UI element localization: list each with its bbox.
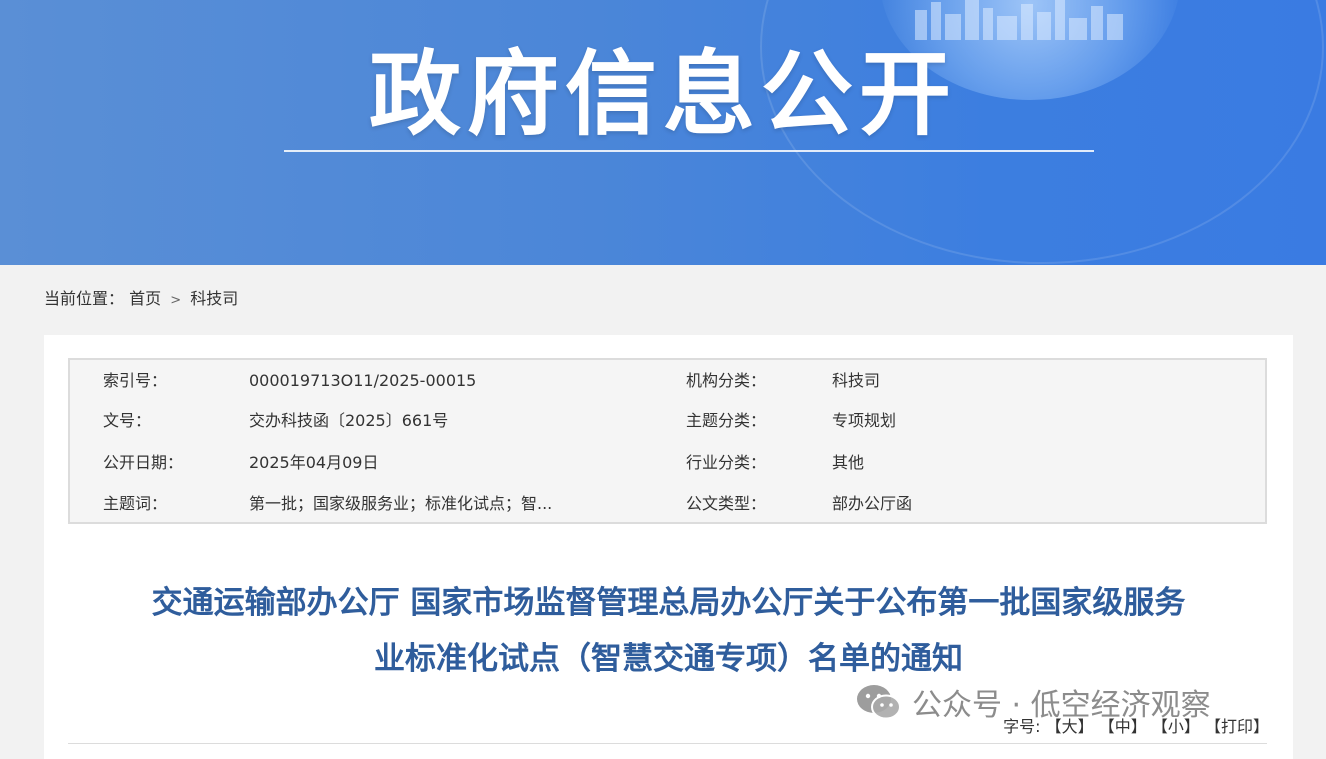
banner-title: 政府信息公开 [368,41,957,148]
index-number-value: 000019713O11/2025-00015 [249,371,477,390]
skyline-icon [915,0,1123,40]
font-size-medium-button[interactable]: 【中】 [1099,717,1147,736]
industry-category-value: 其他 [832,453,865,472]
publish-date-label: 公开日期： [103,453,184,472]
font-size-label: 字号: [1003,717,1041,736]
document-type-label: 公文类型： [686,494,767,513]
banner-underline [284,150,1094,152]
industry-category-label: 行业分类： [686,453,767,472]
document-number-label: 文号： [103,411,152,430]
font-size-small-button[interactable]: 【小】 [1152,717,1200,736]
publish-date-value: 2025年04月09日 [249,453,379,472]
content-panel: 索引号： 000019713O11/2025-00015 机构分类： 科技司 文… [44,335,1293,759]
document-title: 交通运输部办公厅 国家市场监督管理总局办公厅关于公布第一批国家级服务 业标准化试… [44,575,1293,687]
subject-category-label: 主题分类： [686,411,767,430]
metadata-row: 公开日期： 2025年04月09日 行业分类： 其他 [70,443,1265,483]
breadcrumb-separator: > [170,293,182,308]
metadata-row: 文号： 交办科技函〔2025〕661号 主题分类： 专项规划 [70,401,1265,441]
wechat-icon [857,685,901,720]
index-number-label: 索引号： [103,371,168,390]
font-size-large-button[interactable]: 【大】 [1046,717,1094,736]
print-button[interactable]: 【打印】 [1205,717,1269,736]
header-banner: 政府信息公开 [0,0,1326,265]
font-size-controls: 字号: 【大】 【中】 【小】 【打印】 [1003,715,1269,739]
document-number-value: 交办科技函〔2025〕661号 [249,411,449,430]
organization-category-label: 机构分类： [686,371,767,390]
breadcrumb: 当前位置： 首页 > 科技司 [44,287,238,313]
document-type-value: 部办公厅函 [832,494,913,513]
keywords-label: 主题词： [103,494,168,513]
content-divider [68,743,1267,744]
subject-category-value: 专项规划 [832,411,897,430]
metadata-row: 索引号： 000019713O11/2025-00015 机构分类： 科技司 [70,361,1265,401]
breadcrumb-current-link[interactable]: 科技司 [190,289,238,308]
page-body: 当前位置： 首页 > 科技司 索引号： 000019713O11/2025-00… [10,265,1316,759]
document-title-line1: 交通运输部办公厅 国家市场监督管理总局办公厅关于公布第一批国家级服务 [151,585,1186,621]
breadcrumb-home-link[interactable]: 首页 [129,289,161,308]
keywords-value: 第一批；国家级服务业；标准化试点；智... [249,494,553,513]
document-metadata-table: 索引号： 000019713O11/2025-00015 机构分类： 科技司 文… [68,358,1267,524]
breadcrumb-prefix: 当前位置： [44,289,125,308]
organization-category-value: 科技司 [832,371,881,390]
metadata-row: 主题词： 第一批；国家级服务业；标准化试点；智... 公文类型： 部办公厅函 [70,484,1265,524]
